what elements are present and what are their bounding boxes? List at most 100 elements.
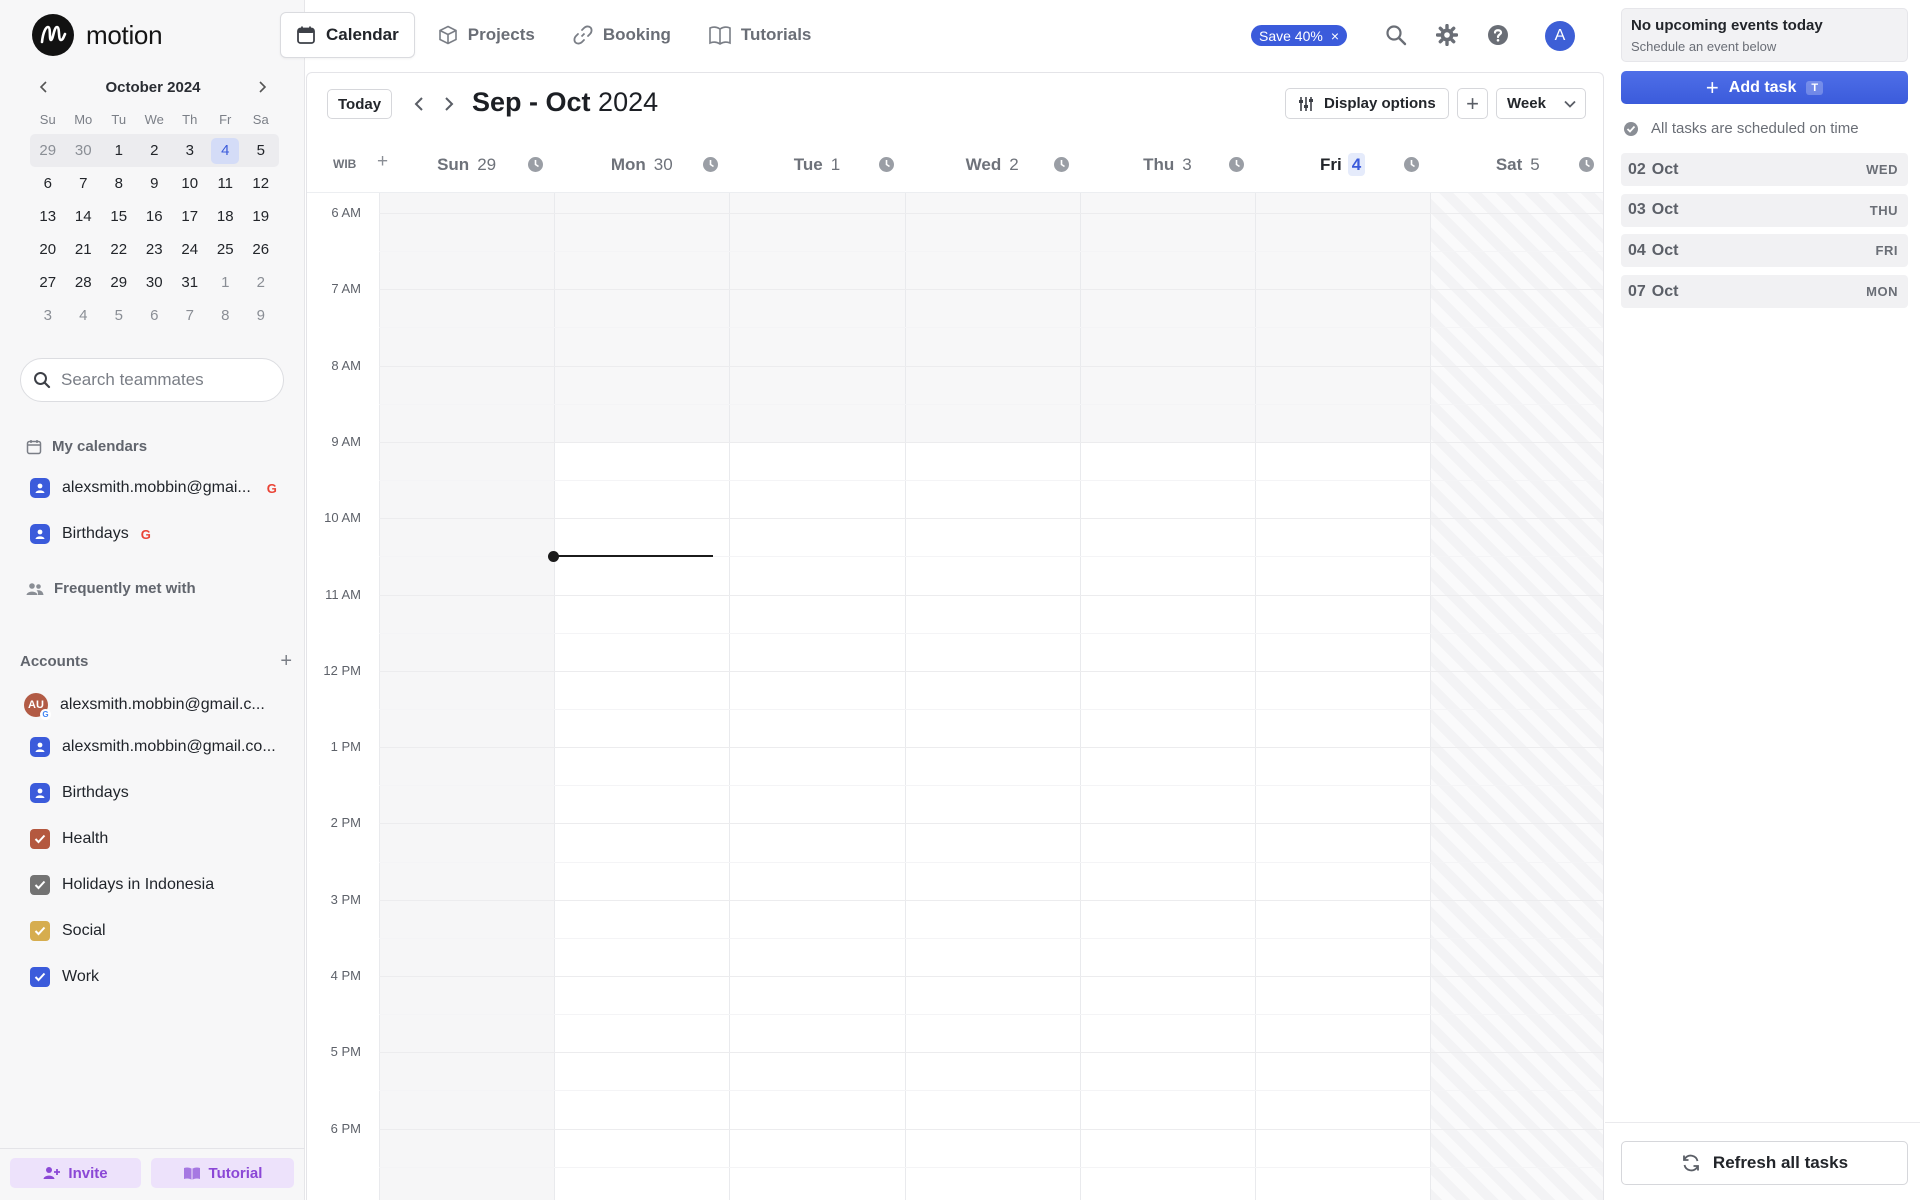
mini-calendar-day[interactable]: 30 [65,134,101,167]
mini-calendar-day[interactable]: 11 [208,167,244,200]
search-teammates[interactable] [20,358,284,402]
task-date-row[interactable]: 03 Oct THU [1621,193,1908,227]
next-week-button[interactable] [437,92,461,116]
mini-calendar-day[interactable]: 7 [172,299,208,332]
mini-calendar-day[interactable]: 4 [207,134,243,167]
tab-projects[interactable]: Projects [423,12,550,58]
settings-button[interactable] [1434,22,1460,48]
account-item[interactable]: alexsmith.mobbin@gmail.co... [30,737,276,757]
mini-calendar-day[interactable]: 9 [137,167,173,200]
display-options-button[interactable]: Display options [1285,88,1449,119]
add-task-button[interactable]: + Add task T [1621,71,1908,104]
timezone-label[interactable]: WIB [333,157,356,171]
mini-calendar-day[interactable]: 26 [243,233,279,266]
day-header-tue[interactable]: Tue 1 [729,137,904,193]
clock-icon[interactable] [1053,156,1070,173]
mini-calendar-day[interactable]: 5 [243,134,279,167]
save-promo-badge[interactable]: Save 40% × [1251,25,1348,46]
day-header-fri[interactable]: Fri 4 [1255,137,1430,193]
search-button[interactable] [1383,22,1409,48]
mini-calendar-day[interactable]: 17 [172,200,208,233]
account-item[interactable]: Holidays in Indonesia [30,875,214,895]
mini-calendar-day[interactable]: 27 [30,266,66,299]
my-calendar-item[interactable]: alexsmith.mobbin@gmai... G [30,478,277,498]
mini-calendar-day[interactable]: 8 [101,167,137,200]
clock-icon[interactable] [702,156,719,173]
clock-icon[interactable] [1403,156,1420,173]
account-item[interactable]: Work [30,967,99,987]
mini-calendar-day[interactable]: 9 [243,299,279,332]
clock-icon[interactable] [527,156,544,173]
clock-icon[interactable] [1228,156,1245,173]
mini-calendar-day[interactable]: 15 [101,200,137,233]
clock-icon[interactable] [1578,156,1595,173]
mini-calendar-day[interactable]: 12 [243,167,279,200]
mini-calendar-day[interactable]: 30 [137,266,173,299]
frequently-met-header[interactable]: Frequently met with [26,580,196,597]
day-header-sun[interactable]: Sun 29 [379,137,554,193]
app-logo[interactable]: motion [32,14,163,56]
user-avatar[interactable]: A [1545,21,1575,51]
prev-month-button[interactable] [34,77,54,97]
mini-calendar-day[interactable]: 20 [30,233,66,266]
mini-calendar-day[interactable]: 5 [101,299,137,332]
refresh-tasks-button[interactable]: Refresh all tasks [1621,1141,1908,1185]
mini-calendar-day[interactable]: 2 [243,266,279,299]
mini-calendar-day[interactable]: 13 [30,200,66,233]
mini-calendar-day[interactable]: 3 [30,299,66,332]
mini-calendar-day[interactable]: 8 [208,299,244,332]
invite-button[interactable]: Invite [10,1158,141,1188]
mini-calendar-day[interactable]: 29 [30,134,66,167]
day-header-mon[interactable]: Mon 30 [554,137,729,193]
account-item[interactable]: Birthdays [30,783,129,803]
task-date-row[interactable]: 04 Oct FRI [1621,234,1908,268]
next-month-button[interactable] [252,77,272,97]
mini-calendar-day[interactable]: 29 [101,266,137,299]
mini-calendar-day[interactable]: 31 [172,266,208,299]
my-calendar-item[interactable]: Birthdays G [30,524,151,544]
checkbox-checked-icon[interactable] [30,921,50,941]
mini-calendar-day[interactable]: 1 [101,134,137,167]
day-header-wed[interactable]: Wed 2 [905,137,1080,193]
add-account-button[interactable]: + [280,650,292,673]
mini-calendar-day[interactable]: 3 [172,134,208,167]
mini-calendar-day[interactable]: 7 [66,167,102,200]
tab-tutorials[interactable]: Tutorials [694,12,827,58]
today-button[interactable]: Today [327,89,393,119]
mini-calendar-day[interactable]: 6 [30,167,66,200]
mini-calendar-day[interactable]: 23 [137,233,173,266]
day-column-tue[interactable] [729,193,905,1200]
task-date-row[interactable]: 02 Oct WED [1621,153,1908,186]
mini-calendar-day[interactable]: 18 [208,200,244,233]
mini-calendar-day[interactable]: 24 [172,233,208,266]
day-column-thu[interactable] [1079,193,1255,1200]
week-grid[interactable]: 6 AM 7 AM 8 AM 9 AM 10 AM 11 AM 12 PM 1 PM 2 PM 3… [307,193,1603,1200]
tutorial-button[interactable]: Tutorial [151,1158,294,1188]
mini-calendar-day[interactable]: 10 [172,167,208,200]
day-column-sat[interactable] [1430,193,1603,1200]
mini-calendar-day[interactable]: 16 [137,200,173,233]
mini-calendar-day[interactable]: 28 [66,266,102,299]
account-item[interactable]: Health [30,829,108,849]
mini-calendar-day[interactable]: 6 [137,299,173,332]
day-column-fri[interactable] [1255,193,1431,1200]
day-header-thu[interactable]: Thu 3 [1080,137,1255,193]
view-select[interactable]: Week [1496,88,1586,119]
add-event-button[interactable]: + [1457,88,1488,119]
checkbox-checked-icon[interactable] [30,875,50,895]
tab-booking[interactable]: Booking [558,12,686,58]
task-date-row[interactable]: 07 Oct MON [1621,275,1908,309]
help-button[interactable] [1485,22,1511,48]
mini-calendar-day[interactable]: 19 [243,200,279,233]
mini-calendar-day[interactable]: 22 [101,233,137,266]
checkbox-checked-icon[interactable] [30,967,50,987]
close-icon[interactable]: × [1331,28,1339,44]
mini-calendar-day[interactable]: 25 [208,233,244,266]
day-column-sun[interactable] [379,193,555,1200]
prev-week-button[interactable] [407,92,431,116]
tab-calendar[interactable]: Calendar [280,12,415,58]
account-item[interactable]: AU G alexsmith.mobbin@gmail.c... [24,693,265,720]
mini-calendar-day[interactable]: 2 [136,134,172,167]
mini-calendar-day[interactable]: 14 [66,200,102,233]
day-column-wed[interactable] [904,193,1080,1200]
